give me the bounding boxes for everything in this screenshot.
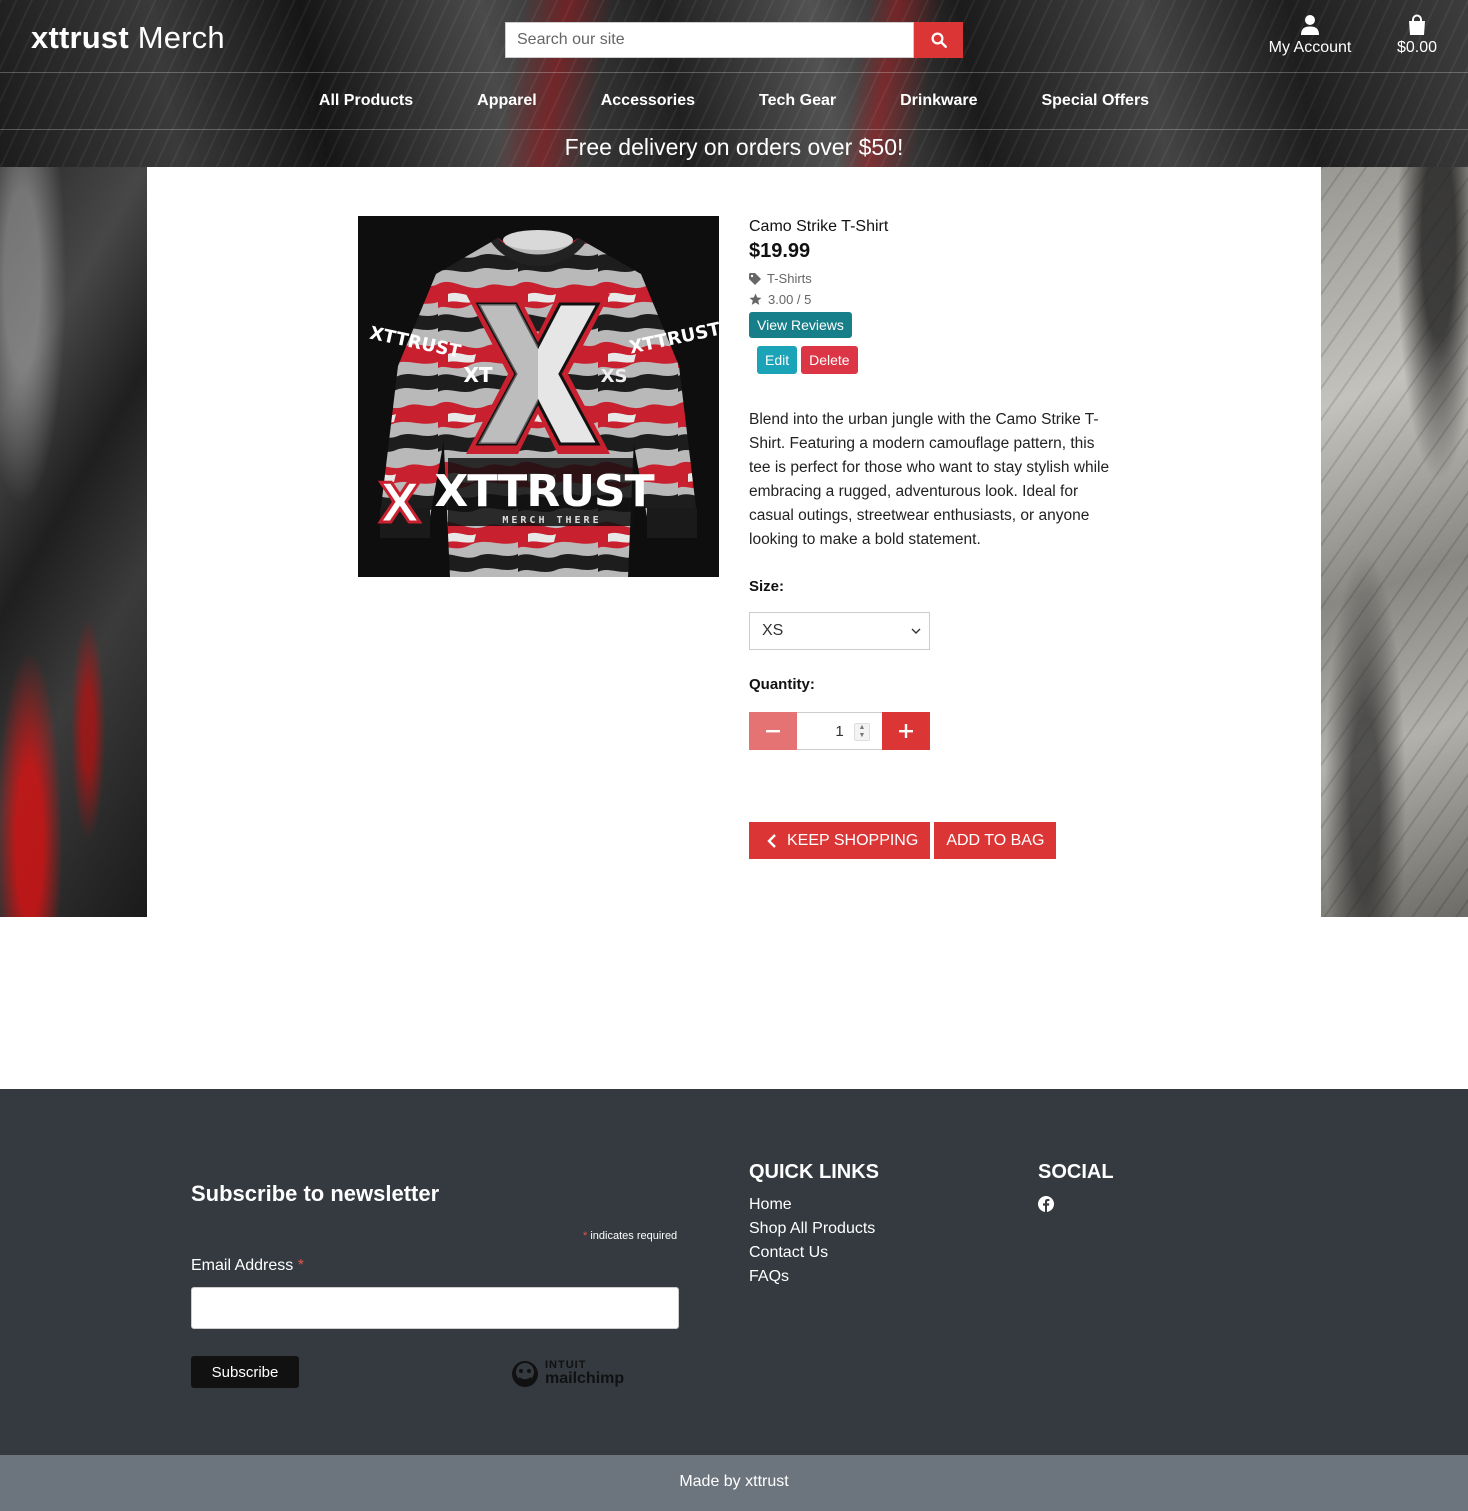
star-icon: [749, 293, 762, 305]
image-sleeve-x-text: X: [379, 472, 421, 535]
product-details: Camo Strike T-Shirt $19.99 T-Shirts 3.00…: [749, 216, 1119, 859]
facebook-icon: [1038, 1196, 1054, 1212]
search-input[interactable]: [505, 22, 914, 58]
quick-link-shop-all[interactable]: Shop All Products: [749, 1217, 875, 1241]
product-actions: KEEP SHOPPING ADD TO BAG: [749, 822, 1119, 859]
quick-links-list: Home Shop All Products Contact Us FAQs: [749, 1193, 875, 1289]
image-tagline-text: MERCH THERE: [502, 515, 601, 526]
main-nav: All Products Apparel Accessories Tech Ge…: [0, 74, 1468, 128]
nav-special-offers[interactable]: Special Offers: [1009, 92, 1181, 110]
decrement-button[interactable]: [749, 712, 797, 750]
image-xt-text: XT: [463, 363, 492, 387]
email-label: Email Address *: [191, 1257, 304, 1275]
social-title: SOCIAL: [1038, 1161, 1114, 1183]
increment-button[interactable]: [882, 712, 930, 750]
quantity-spinner[interactable]: ▲ ▼: [854, 723, 870, 741]
required-note-text: indicates required: [590, 1230, 678, 1242]
size-label: Size:: [749, 578, 785, 595]
mailchimp-line-1: INTUIT: [545, 1358, 587, 1371]
brand-name-bold: xttrust: [31, 20, 129, 55]
product-rating: 3.00 / 5: [749, 292, 1119, 307]
search-form: [505, 22, 963, 58]
product-rating-value: 3.00 / 5: [768, 292, 812, 307]
tag-icon: [749, 272, 761, 285]
facebook-link[interactable]: [1038, 1196, 1054, 1217]
quick-link-faqs[interactable]: FAQs: [749, 1265, 875, 1289]
mailchimp-wordmark: INTUIT mailchimp: [545, 1358, 625, 1387]
site-header: xttrust Merch My Account $0.00 All Produ…: [0, 0, 1468, 167]
search-icon: [931, 32, 947, 48]
email-label-text: Email Address: [191, 1257, 294, 1274]
quantity-value: 1: [835, 722, 844, 740]
nav-apparel[interactable]: Apparel: [445, 92, 569, 110]
site-footer: Subscribe to newsletter * indicates requ…: [0, 1089, 1468, 1455]
chevron-down-icon: [911, 628, 921, 634]
mailchimp-icon: [512, 1361, 538, 1387]
search-button[interactable]: [914, 22, 963, 58]
shopping-bag-icon: [1409, 14, 1425, 35]
nav-tech-gear[interactable]: Tech Gear: [727, 92, 868, 110]
promo-banner: Free delivery on orders over $50!: [564, 134, 904, 160]
product-name: Camo Strike T-Shirt: [749, 218, 889, 235]
background-texture-right: [1321, 167, 1468, 917]
size-select[interactable]: XS: [749, 612, 930, 650]
newsletter-title: Subscribe to newsletter: [191, 1181, 440, 1206]
admin-actions: Edit Delete: [749, 346, 1119, 374]
quantity-stepper: 1 ▲ ▼: [749, 712, 1119, 750]
required-star: *: [583, 1230, 588, 1242]
quick-link-home[interactable]: Home: [749, 1193, 875, 1217]
nav-accessories[interactable]: Accessories: [569, 92, 727, 110]
quick-link-contact[interactable]: Contact Us: [749, 1241, 875, 1265]
product-illustration: XTTRUST MERCH THERE XT XS XTTRUST XTTRUS…: [358, 216, 719, 577]
minus-icon: [766, 730, 780, 733]
my-account-link[interactable]: My Account: [1262, 14, 1358, 57]
edit-button[interactable]: Edit: [757, 346, 798, 374]
bag-total: $0.00: [1396, 39, 1438, 56]
product-category-label: T-Shirts: [767, 271, 812, 286]
footer-credit: Made by xttrust: [0, 1455, 1468, 1511]
user-icon: [1301, 15, 1319, 35]
keep-shopping-button[interactable]: KEEP SHOPPING: [749, 822, 931, 859]
view-reviews-button[interactable]: View Reviews: [749, 312, 852, 338]
product-price: $19.99: [749, 240, 811, 262]
quantity-label: Quantity:: [749, 676, 815, 693]
background-texture-left: [0, 167, 147, 917]
required-note: * indicates required: [583, 1230, 677, 1242]
brand-name-light: Merch: [137, 20, 225, 55]
product-image: XTTRUST MERCH THERE XT XS XTTRUST XTTRUS…: [358, 216, 719, 577]
plus-icon: [899, 724, 913, 738]
quantity-input[interactable]: 1 ▲ ▼: [797, 712, 882, 750]
product-description: Blend into the urban jungle with the Cam…: [749, 411, 1110, 548]
my-account-label: My Account: [1268, 39, 1352, 56]
shopping-bag-link[interactable]: $0.00: [1390, 14, 1444, 57]
nav-drinkware[interactable]: Drinkware: [868, 92, 1009, 110]
keep-shopping-label: KEEP SHOPPING: [787, 831, 919, 849]
delete-button[interactable]: Delete: [801, 346, 858, 374]
mailchimp-logo[interactable]: INTUIT mailchimp: [509, 1357, 624, 1389]
nav-divider-top: [0, 72, 1468, 73]
image-brand-text: XTTRUST: [434, 466, 654, 517]
nav-all-products[interactable]: All Products: [287, 92, 445, 110]
size-select-value: XS: [762, 622, 784, 639]
product-category[interactable]: T-Shirts: [749, 271, 1119, 286]
mailchimp-line-2: mailchimp: [545, 1369, 625, 1387]
image-xs-text: XS: [601, 366, 628, 387]
quick-links-title: QUICK LINKS: [749, 1161, 879, 1183]
add-to-bag-button[interactable]: ADD TO BAG: [934, 822, 1057, 859]
subscribe-button[interactable]: Subscribe: [191, 1356, 299, 1388]
email-required-star: *: [297, 1257, 304, 1274]
site-logo[interactable]: xttrust Merch: [31, 20, 225, 56]
chevron-left-icon: [767, 833, 776, 848]
email-field[interactable]: [191, 1287, 679, 1329]
